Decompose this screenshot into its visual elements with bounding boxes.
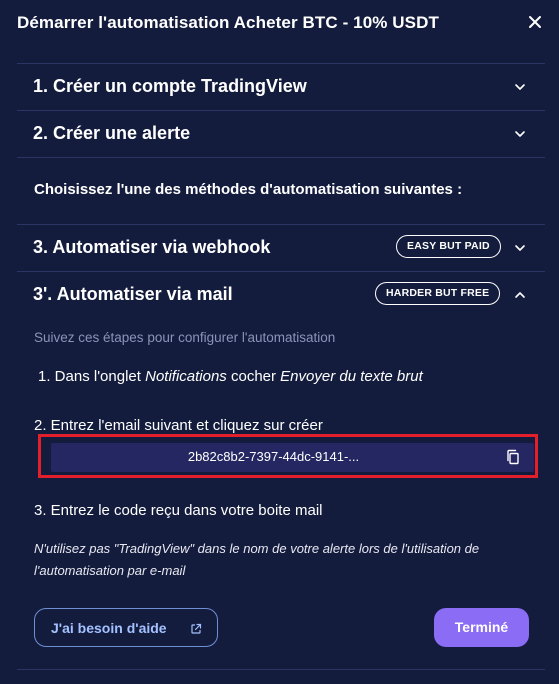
methods-prompt: Choisissez l'une des méthodes d'automati… [34,181,463,198]
accordion-item-webhook[interactable]: 3. Automatiser via webhook EASY BUT PAID [17,225,545,271]
email-copy-field[interactable]: 2b82c8b2-7397-44dc-9141-... [51,443,534,472]
external-link-icon [190,622,202,634]
done-button[interactable]: Terminé [434,608,529,647]
accordion-item-label: 2. Créer une alerte [33,123,191,143]
divider [17,157,545,158]
accordion-item-mail[interactable]: 3'. Automatiser via mail HARDER BUT FREE [17,272,545,318]
mail-section-subtitle: Suivez ces étapes pour configurer l'auto… [34,330,336,345]
accordion-item-create-account[interactable]: 1. Créer un compte TradingView [17,64,545,110]
chevron-up-icon [513,288,527,302]
done-button-label: Terminé [454,619,509,635]
divider [17,669,545,670]
chevron-down-icon [513,80,527,94]
accordion-item-label: 1. Créer un compte TradingView [33,76,307,96]
badge-harder-but-free: HARDER BUT FREE [375,282,501,305]
badge-easy-but-paid: EASY BUT PAID [396,235,501,258]
accordion-item-label: 3. Automatiser via webhook [33,237,271,257]
help-button[interactable]: J'ai besoin d'aide [34,608,218,647]
email-address: 2b82c8b2-7397-44dc-9141-... [187,449,360,464]
step-1-middle: cocher [226,368,281,385]
help-button-label: J'ai besoin d'aide [51,620,167,636]
step-1-prefix: 1. Dans l'onglet [38,368,146,385]
warning-note: N'utilisez pas "TradingView" dans le nom… [34,541,480,578]
accordion-item-label: 3'. Automatiser via mail [33,284,233,304]
copy-icon[interactable] [505,449,521,465]
accordion-item-create-alert[interactable]: 2. Créer une alerte [17,111,545,157]
step-1-raw-text: Envoyer du texte brut [280,368,423,385]
step-3: 3. Entrez le code reçu dans votre boite … [34,502,323,519]
step-2: 2. Entrez l'email suivant et cliquez sur… [34,417,323,434]
step-1-notifications: Notifications [145,368,227,385]
dialog-title: Démarrer l'automatisation Acheter BTC - … [17,13,439,32]
dialog-header: Démarrer l'automatisation Acheter BTC - … [0,0,559,50]
chevron-down-icon [513,127,527,141]
step-1: 1. Dans l'onglet Notifications cocher En… [38,368,423,385]
close-icon[interactable] [525,12,545,32]
chevron-down-icon [513,241,527,255]
